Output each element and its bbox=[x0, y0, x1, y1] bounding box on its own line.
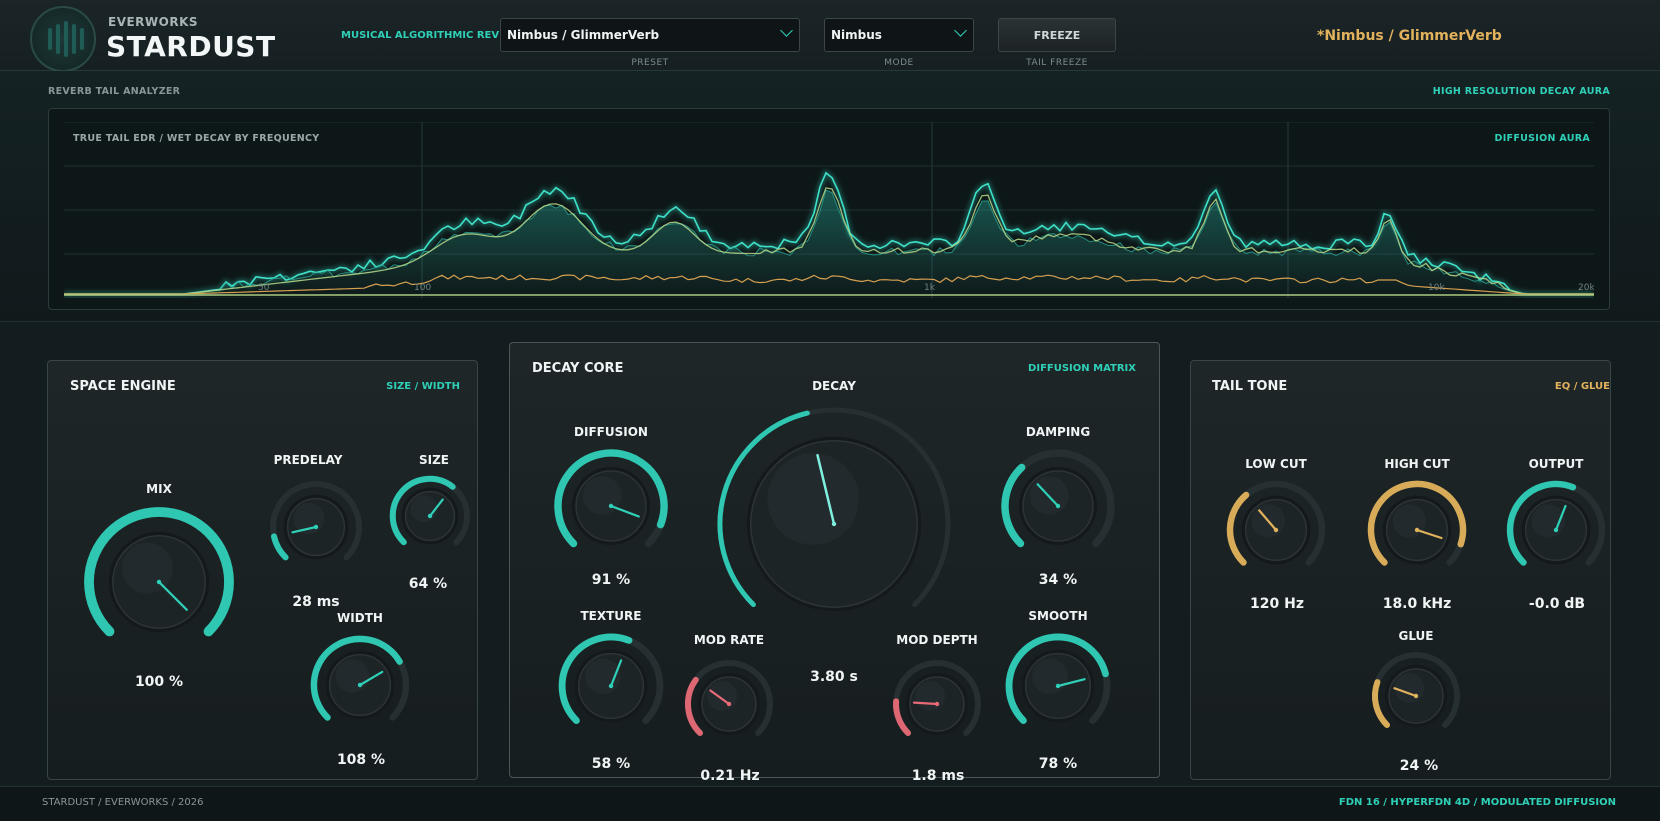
size-knob-label: SIZE bbox=[418, 453, 449, 467]
freq-tick-label: 1k bbox=[924, 283, 936, 293]
chevron-down-icon bbox=[954, 24, 967, 37]
brand-company: EVERWORKS bbox=[108, 15, 199, 29]
freeze-button[interactable]: FREEZE bbox=[998, 18, 1116, 52]
decay-spectrum-plot: 50 100 1k 10k 20k bbox=[64, 122, 1594, 298]
preset-select[interactable]: Nimbus / GlimmerVerb bbox=[500, 18, 800, 52]
size-knob[interactable] bbox=[381, 467, 479, 565]
damping-knob[interactable] bbox=[993, 441, 1123, 571]
mod-depth-knob[interactable] bbox=[884, 651, 990, 757]
mod-depth-knob-value: 1.8 ms bbox=[911, 768, 965, 784]
decay-knob-value: 3.80 s bbox=[810, 669, 858, 685]
mode-select-value: Nimbus bbox=[831, 28, 882, 42]
mode-select[interactable]: Nimbus bbox=[824, 18, 974, 52]
header-bar: EVERWORKS STARDUST MUSICAL ALGORITHMIC R… bbox=[0, 0, 1660, 72]
glue-knob-value: 24 % bbox=[1399, 758, 1439, 774]
low-cut-knob[interactable] bbox=[1218, 472, 1334, 588]
mix-knob-value: 100 % bbox=[134, 674, 184, 690]
mode-caption: MODE bbox=[884, 58, 914, 68]
decay-core-tag: DIFFUSION MATRIX bbox=[1028, 363, 1136, 374]
glue-knob[interactable] bbox=[1363, 643, 1469, 749]
high-cut-knob-label: HIGH CUT bbox=[1384, 457, 1450, 471]
diffusion-knob[interactable] bbox=[546, 441, 676, 571]
decay-knob[interactable] bbox=[708, 398, 960, 650]
diffusion-knob-value: 91 % bbox=[591, 572, 631, 588]
low-cut-knob-value: 120 Hz bbox=[1250, 596, 1304, 612]
footer-credits: STARDUST / EVERWORKS / 2026 bbox=[42, 797, 204, 808]
freeze-caption: TAIL FREEZE bbox=[1026, 58, 1088, 68]
glue-knob-label: GLUE bbox=[1398, 629, 1434, 643]
footer-bar: STARDUST / EVERWORKS / 2026 FDN 16 / HYP… bbox=[0, 786, 1660, 821]
width-knob-value: 108 % bbox=[336, 752, 386, 768]
mod-rate-knob-value: 0.21 Hz bbox=[700, 768, 760, 784]
mod-rate-knob[interactable] bbox=[676, 651, 782, 757]
smooth-knob[interactable] bbox=[997, 625, 1119, 747]
high-cut-knob[interactable] bbox=[1359, 472, 1475, 588]
freq-tick-label: 10k bbox=[1428, 283, 1445, 293]
freq-tick-label: 100 bbox=[414, 283, 431, 293]
predelay-knob-value: 28 ms bbox=[292, 594, 340, 610]
high-cut-knob-value: 18.0 kHz bbox=[1382, 596, 1452, 612]
damping-knob-value: 34 % bbox=[1038, 572, 1078, 588]
space-engine-title: SPACE ENGINE bbox=[70, 379, 176, 394]
chevron-down-icon bbox=[780, 24, 793, 37]
predelay-knob-label: PREDELAY bbox=[273, 453, 343, 467]
brand-product-title: STARDUST bbox=[106, 30, 276, 63]
diffusion-knob-label: DIFFUSION bbox=[574, 425, 648, 439]
footer-engine-info: FDN 16 / HYPERFDN 4D / MODULATED DIFFUSI… bbox=[1338, 797, 1616, 808]
tail-tone-tag: EQ / GLUE bbox=[1554, 381, 1610, 392]
freq-tick-label: 20k bbox=[1578, 283, 1594, 293]
analyzer-section-tag: HIGH RESOLUTION DECAY AURA bbox=[1432, 86, 1610, 97]
damping-knob-label: DAMPING bbox=[1025, 425, 1091, 439]
output-knob-label: OUTPUT bbox=[1528, 457, 1584, 471]
plot-tag: DIFFUSION AURA bbox=[1494, 133, 1590, 144]
width-knob-label: WIDTH bbox=[337, 611, 383, 625]
smooth-knob-label: SMOOTH bbox=[1028, 609, 1088, 623]
brand-logo-icon bbox=[30, 6, 96, 72]
mix-knob-label: MIX bbox=[146, 482, 172, 496]
output-knob-value: -0.0 dB bbox=[1528, 596, 1586, 612]
current-preset-display: *Nimbus / GlimmerVerb bbox=[1317, 28, 1502, 44]
space-engine-tag: SIZE / WIDTH bbox=[386, 381, 460, 392]
mix-knob[interactable] bbox=[77, 500, 241, 664]
size-knob-value: 64 % bbox=[408, 576, 448, 592]
tail-tone-title: TAIL TONE bbox=[1212, 379, 1288, 394]
decay-core-title: DECAY CORE bbox=[532, 361, 624, 376]
plot-title: TRUE TAIL EDR / WET DECAY BY FREQUENCY bbox=[73, 133, 320, 144]
predelay-knob[interactable] bbox=[261, 472, 371, 582]
low-cut-knob-label: LOW CUT bbox=[1245, 457, 1307, 471]
texture-knob[interactable] bbox=[550, 625, 672, 747]
preset-caption: PRESET bbox=[631, 58, 669, 68]
width-knob[interactable] bbox=[302, 627, 418, 743]
mod-depth-knob-label: MOD DEPTH bbox=[896, 633, 978, 647]
preset-select-value: Nimbus / GlimmerVerb bbox=[507, 28, 660, 42]
freq-tick-label: 50 bbox=[258, 283, 270, 293]
algorithm-label: MUSICAL ALGORITHMIC REVERB bbox=[341, 30, 522, 41]
decay-knob-label: DECAY bbox=[812, 379, 856, 393]
smooth-knob-value: 78 % bbox=[1038, 756, 1078, 772]
output-knob[interactable] bbox=[1498, 472, 1614, 588]
analyzer-section-label: REVERB TAIL ANALYZER bbox=[48, 86, 181, 97]
texture-knob-label: TEXTURE bbox=[580, 609, 642, 623]
mod-rate-knob-label: MOD RATE bbox=[693, 633, 765, 647]
